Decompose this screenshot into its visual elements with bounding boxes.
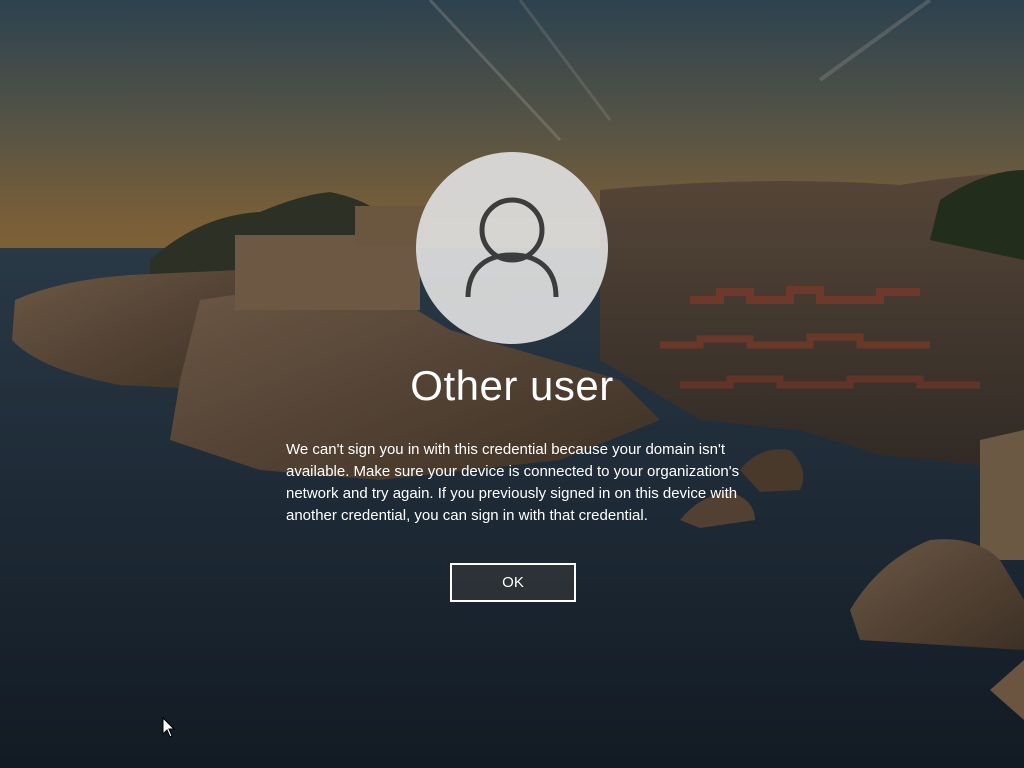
user-name: Other user [410,362,614,409]
error-message: We can't sign you in with this credentia… [286,441,740,524]
user-avatar [416,152,608,344]
ok-button[interactable]: OK [450,563,576,602]
mouse-pointer-icon [162,717,176,738]
user-silhouette-icon [465,197,559,298]
